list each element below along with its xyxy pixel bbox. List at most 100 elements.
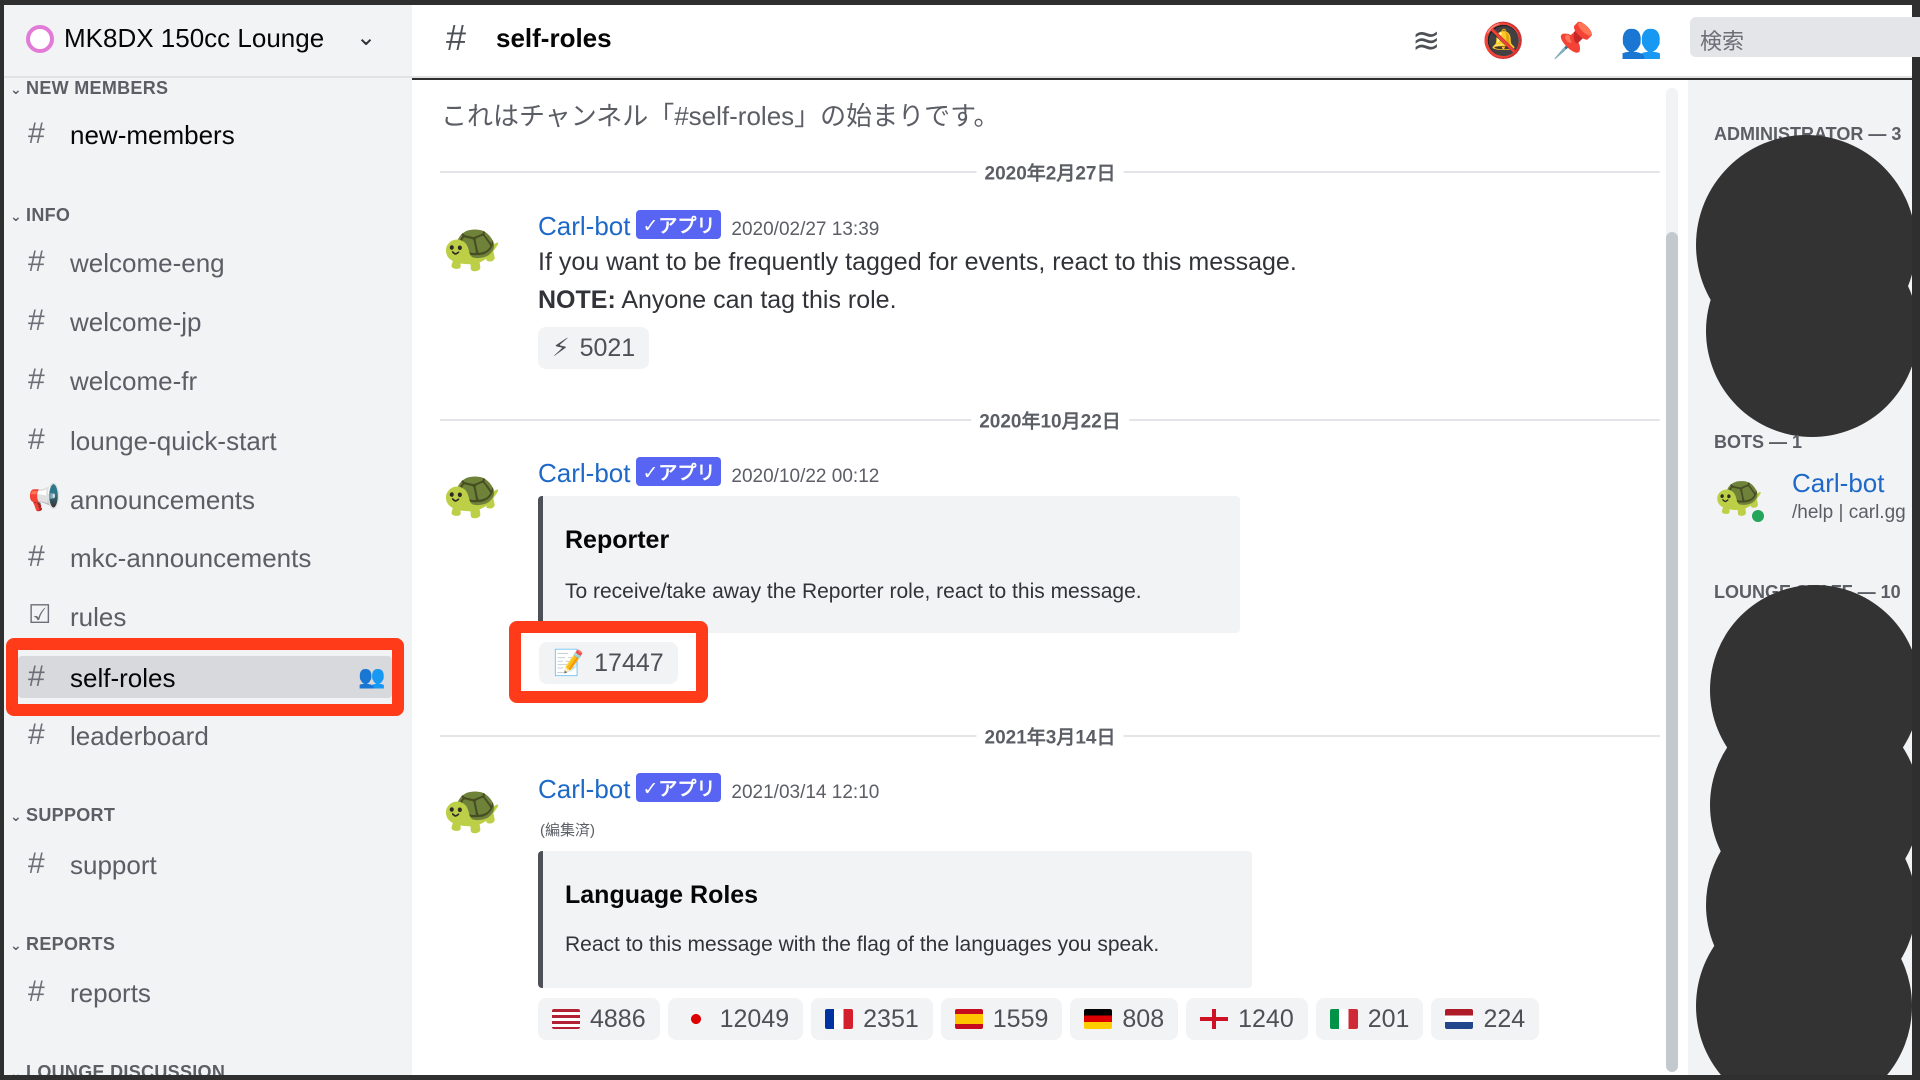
avatar[interactable]: 🐢 <box>442 465 508 521</box>
flag-es-icon <box>954 1009 983 1029</box>
message-header: Carl-bot ✓アプリ 2021/03/14 12:10 <box>538 773 879 805</box>
message-text: If you want to be frequently tagged for … <box>538 248 1297 276</box>
hash-icon: # <box>28 363 45 396</box>
message-header: Carl-bot ✓アプリ 2020/02/27 13:39 <box>538 210 879 242</box>
embed-title: Reporter <box>565 526 670 554</box>
megaphone-icon: 📢 <box>28 482 61 512</box>
bot-name[interactable]: Carl-bot <box>1792 468 1884 499</box>
embed-title: Language Roles <box>565 881 759 909</box>
channel-lounge-quick-start[interactable]: # lounge-quick-start <box>18 419 392 463</box>
channel-announcements[interactable]: 📢 announcements <box>18 478 392 522</box>
embed-description: To receive/take away the Reporter role, … <box>565 580 1142 603</box>
flag-de-icon <box>1084 1009 1113 1029</box>
avatar[interactable]: 🐢 <box>442 780 508 836</box>
author-name[interactable]: Carl-bot <box>538 774 630 804</box>
category-support[interactable]: SUPPORT <box>10 805 115 826</box>
reaction-button[interactable]: 4886 <box>538 998 660 1040</box>
message-header: Carl-bot ✓アプリ 2020/10/22 00:12 <box>538 457 879 489</box>
redaction-blob <box>1706 225 1912 437</box>
channel-welcome-jp[interactable]: # welcome-jp <box>18 300 392 344</box>
hash-lock-icon: # <box>28 847 45 880</box>
hash-lock-icon: # <box>28 975 45 1008</box>
category-new-members[interactable]: NEW MEMBERS <box>10 78 168 99</box>
app-badge: ✓アプリ <box>636 457 722 486</box>
reaction-button[interactable]: 2351 <box>811 998 933 1040</box>
hash-icon: # <box>28 718 45 751</box>
channel-support[interactable]: # support <box>18 843 392 887</box>
threads-icon[interactable]: ≋ <box>1412 21 1441 61</box>
reaction-button[interactable]: 1559 <box>940 998 1063 1040</box>
flag-fr-icon <box>825 1009 854 1029</box>
channel-welcome-fr[interactable]: # welcome-fr <box>18 359 392 403</box>
date-divider: 2020年10月22日 <box>440 406 1660 434</box>
channel-header: # self-roles ≋ 🔕 📌 👥 検索 <box>412 5 1920 78</box>
server-header[interactable]: MK8DX 150cc Lounge ⌄ <box>4 5 412 78</box>
hash-lock-icon: # <box>446 17 467 58</box>
online-status-icon <box>1750 508 1766 524</box>
server-name: MK8DX 150cc Lounge <box>64 23 325 53</box>
pin-icon[interactable]: 📌 <box>1552 21 1594 61</box>
server-icon <box>26 25 54 53</box>
flag-nl-icon <box>1445 1009 1474 1029</box>
message-note: NOTE: Anyone can tag this role. <box>538 286 897 314</box>
avatar[interactable]: 🐢 <box>442 218 508 274</box>
hash-lock-icon: # <box>28 423 45 456</box>
reaction-button[interactable]: 201 <box>1315 998 1424 1040</box>
message-list: これはチャンネル「#self-roles」の始まりです。 2020年2月27日 … <box>412 80 1688 1075</box>
reaction-button[interactable]: 📝 17447 <box>539 642 678 684</box>
members-icon[interactable]: 👥 <box>1620 21 1662 61</box>
mute-bell-icon[interactable]: 🔕 <box>1482 21 1524 61</box>
scrollbar-thumb[interactable] <box>1666 232 1678 1072</box>
hash-icon: # <box>28 540 45 573</box>
channel-leaderboard[interactable]: # leaderboard <box>18 714 392 758</box>
chevron-down-icon[interactable]: ⌄ <box>356 23 376 52</box>
memo-icon: 📝 <box>553 648 585 677</box>
hash-lock-icon: # <box>28 660 45 693</box>
category-info[interactable]: INFO <box>10 205 70 226</box>
bot-status: /help | carl.gg <box>1792 502 1906 523</box>
date-divider: 2020年2月27日 <box>440 158 1660 186</box>
lightning-icon: ⚡ <box>552 334 570 362</box>
channel-sidebar: MK8DX 150cc Lounge ⌄ NEW MEMBERS #new-me… <box>4 5 412 1075</box>
reaction-button[interactable]: ⚡ 5021 <box>538 327 650 369</box>
timestamp: 2020/10/22 00:12 <box>731 466 880 487</box>
hash-icon: # <box>28 245 45 278</box>
add-member-icon[interactable]: 👥 <box>358 664 385 690</box>
channel-welcome-eng[interactable]: # welcome-eng <box>18 241 392 285</box>
embed-description: React to this message with the flag of t… <box>565 933 1160 956</box>
embed: Language Roles React to this message wit… <box>538 851 1252 988</box>
channel-intro: これはチャンネル「#self-roles」の始まりです。 <box>441 101 1000 131</box>
member-list: ADMINISTRATOR — 3 BOTS — 1 🐢 Carl-bot /h… <box>1688 80 1912 1075</box>
timestamp: 2021/03/14 12:10 <box>731 782 880 803</box>
flag-england-icon <box>1200 1009 1229 1029</box>
hash-icon: # <box>28 304 45 337</box>
flag-it-icon <box>1329 1009 1358 1029</box>
author-name[interactable]: Carl-bot <box>538 458 630 488</box>
reaction-button[interactable]: 808 <box>1070 998 1179 1040</box>
date-divider: 2021年3月14日 <box>440 722 1660 750</box>
author-name[interactable]: Carl-bot <box>538 211 630 241</box>
member-group-bots: BOTS — 1 <box>1714 432 1803 452</box>
reaction-row: 4886 12049 2351 1559 808 1240 201 224 <box>538 998 1540 1040</box>
reaction-button[interactable]: 12049 <box>667 998 804 1040</box>
flag-jp-icon <box>681 1009 710 1029</box>
channel-rules[interactable]: ☑ rules <box>18 595 392 639</box>
category-reports[interactable]: REPORTS <box>10 934 115 955</box>
flag-us-icon <box>552 1009 580 1029</box>
channel-mkc-announcements[interactable]: # mkc-announcements <box>18 536 392 580</box>
search-input[interactable]: 検索 <box>1690 17 1920 57</box>
edited-label: (編集済) <box>540 822 595 839</box>
timestamp: 2020/02/27 13:39 <box>731 219 880 240</box>
category-lounge-discussion[interactable]: LOUNGE DISCUSSION <box>10 1062 225 1075</box>
reaction-button[interactable]: 1240 <box>1186 998 1308 1040</box>
rules-checkbox-icon: ☑ <box>28 599 52 629</box>
channel-reports[interactable]: # reports <box>18 971 392 1015</box>
reaction-button[interactable]: 224 <box>1431 998 1540 1040</box>
channel-name: self-roles <box>496 23 612 53</box>
hash-icon: # <box>28 117 45 150</box>
channel-new-members[interactable]: # new-members <box>18 113 392 157</box>
embed: Reporter To receive/take away the Report… <box>538 496 1240 633</box>
channel-self-roles[interactable]: # self-roles 👥 <box>18 656 392 698</box>
app-badge: ✓アプリ <box>636 210 722 239</box>
app-badge: ✓アプリ <box>636 773 722 802</box>
